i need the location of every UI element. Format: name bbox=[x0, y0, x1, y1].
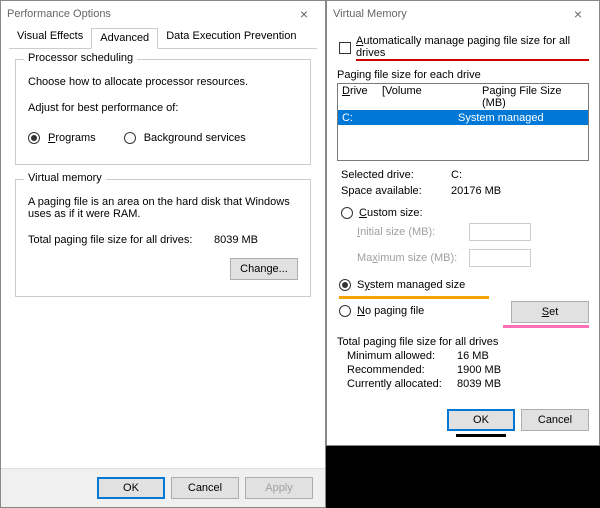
col-drive: Drive bbox=[338, 84, 378, 110]
titlebar: Virtual Memory × bbox=[327, 1, 599, 27]
radio-icon bbox=[339, 279, 351, 291]
ok-button[interactable]: OK bbox=[447, 409, 515, 431]
drive-list[interactable]: Drive [Volume Paging File Size (MB) C: S… bbox=[337, 83, 589, 161]
radio-background-services[interactable]: Background services bbox=[124, 132, 246, 144]
close-icon[interactable]: × bbox=[289, 6, 319, 22]
radio-icon bbox=[339, 305, 351, 317]
tab-dep[interactable]: Data Execution Prevention bbox=[158, 27, 304, 48]
proc-adjust: Adjust for best performance of: bbox=[28, 102, 298, 114]
auto-manage-label: Automatically manage paging file size fo… bbox=[356, 35, 589, 61]
ok-button[interactable]: OK bbox=[97, 477, 165, 499]
auto-manage-checkbox[interactable]: Automatically manage paging file size fo… bbox=[339, 35, 589, 61]
drive-row[interactable]: C: System managed bbox=[338, 110, 588, 125]
dialog-body: Automatically manage paging file size fo… bbox=[327, 27, 599, 445]
min-label: Minimum allowed: bbox=[347, 350, 457, 362]
titlebar: Performance Options × bbox=[1, 1, 325, 27]
highlight-black bbox=[456, 434, 506, 437]
radio-no-paging[interactable]: No paging file bbox=[339, 305, 503, 317]
drive-row-drive: C: bbox=[338, 112, 378, 124]
selected-drive-value: C: bbox=[451, 169, 462, 181]
highlight-orange bbox=[339, 296, 489, 299]
radio-label: System managed size bbox=[357, 279, 465, 291]
min-value: 16 MB bbox=[457, 350, 489, 362]
radio-custom-size[interactable]: Custom size: bbox=[341, 207, 589, 219]
dialog-buttons: OK Cancel Apply bbox=[1, 468, 325, 507]
virtual-memory-dialog: Virtual Memory × Automatically manage pa… bbox=[326, 0, 600, 446]
radio-system-managed[interactable]: System managed size bbox=[339, 279, 589, 291]
dialog-title: Virtual Memory bbox=[333, 8, 407, 20]
radio-icon bbox=[124, 132, 136, 144]
change-button[interactable]: Change... bbox=[230, 258, 298, 280]
processor-scheduling-group: Processor scheduling Choose how to alloc… bbox=[15, 59, 311, 165]
vm-total-label: Total paging file size for all drives: bbox=[28, 234, 192, 246]
cancel-button[interactable]: Cancel bbox=[171, 477, 239, 499]
tab-advanced[interactable]: Advanced bbox=[91, 28, 158, 49]
radio-icon bbox=[28, 132, 40, 144]
group-legend: Processor scheduling bbox=[24, 52, 137, 64]
cur-label: Currently allocated: bbox=[347, 378, 457, 390]
set-button[interactable]: Set bbox=[511, 301, 589, 323]
virtual-memory-group: Virtual memory A paging file is an area … bbox=[15, 179, 311, 297]
radio-icon bbox=[341, 207, 353, 219]
col-size: Paging File Size (MB) bbox=[478, 84, 588, 110]
totals-group: Total paging file size for all drives Mi… bbox=[337, 336, 589, 392]
radio-programs[interactable]: Programs bbox=[28, 132, 96, 144]
initial-size-label: Initial size (MB): bbox=[357, 226, 461, 238]
cancel-button[interactable]: Cancel bbox=[521, 409, 589, 431]
max-size-label: Maximum size (MB): bbox=[357, 252, 461, 264]
totals-title: Total paging file size for all drives bbox=[337, 336, 589, 348]
vm-desc: A paging file is an area on the hard dis… bbox=[28, 196, 298, 220]
cur-value: 8039 MB bbox=[457, 378, 501, 390]
dialog-title: Performance Options bbox=[7, 8, 111, 20]
each-drive-label: Paging file size for each drive bbox=[337, 69, 589, 81]
rec-label: Recommended: bbox=[347, 364, 457, 376]
drive-row-size: System managed bbox=[458, 112, 588, 124]
highlight-pink bbox=[503, 325, 589, 328]
tabs: Visual Effects Advanced Data Execution P… bbox=[9, 27, 317, 49]
radio-label: Custom size: bbox=[359, 207, 423, 219]
tab-body: Processor scheduling Choose how to alloc… bbox=[1, 49, 325, 468]
space-available-value: 20176 MB bbox=[451, 185, 501, 197]
checkbox-icon bbox=[339, 42, 351, 54]
proc-desc: Choose how to allocate processor resourc… bbox=[28, 76, 298, 88]
radio-label: No paging file bbox=[357, 305, 424, 317]
group-legend: Virtual memory bbox=[24, 172, 106, 184]
radio-label: Programs bbox=[48, 132, 96, 144]
col-volume: [Volume bbox=[378, 84, 478, 110]
space-available-label: Space available: bbox=[341, 185, 451, 197]
selected-drive-label: Selected drive: bbox=[341, 169, 451, 181]
drive-list-header: Drive [Volume Paging File Size (MB) bbox=[338, 84, 588, 110]
vm-total-value: 8039 MB bbox=[214, 234, 258, 246]
initial-size-input[interactable] bbox=[469, 223, 531, 241]
performance-options-dialog: Performance Options × Visual Effects Adv… bbox=[0, 0, 326, 508]
rec-value: 1900 MB bbox=[457, 364, 501, 376]
close-icon[interactable]: × bbox=[563, 6, 593, 22]
tab-visual-effects[interactable]: Visual Effects bbox=[9, 27, 91, 48]
max-size-input[interactable] bbox=[469, 249, 531, 267]
apply-button[interactable]: Apply bbox=[245, 477, 313, 499]
radio-label: Background services bbox=[144, 132, 246, 144]
